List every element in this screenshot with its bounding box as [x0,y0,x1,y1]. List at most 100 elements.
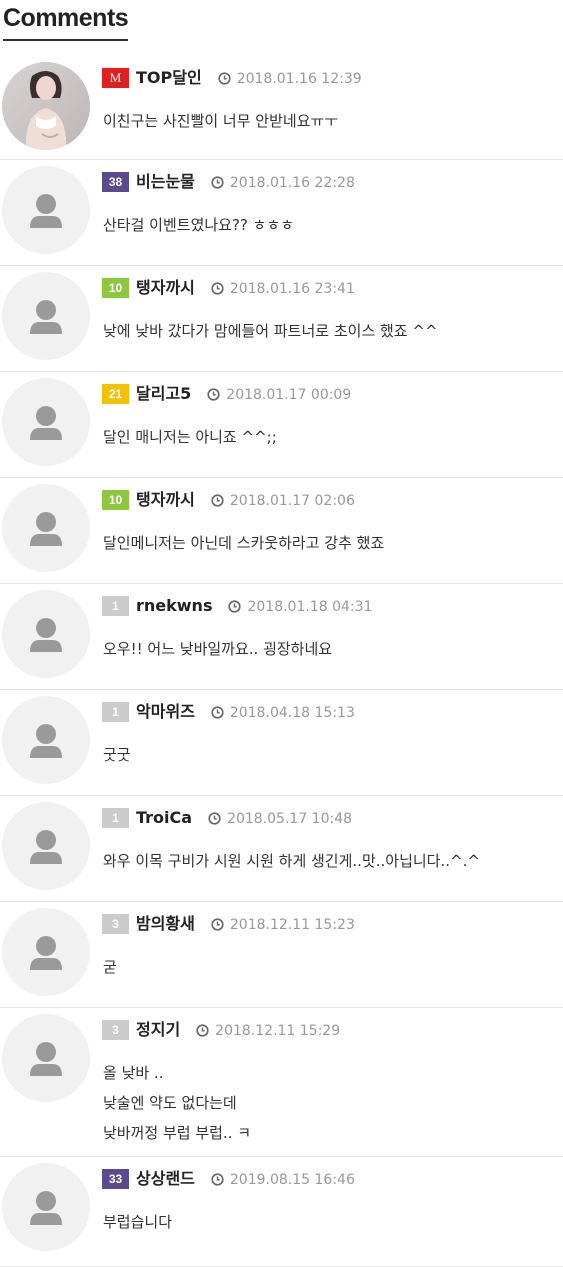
comment-line: 굳 [103,958,117,976]
nickname[interactable]: 탱자까시 [136,278,195,297]
comment-text: 부럽습니다 [103,1207,558,1237]
comment-line: 부럽습니다 [103,1213,173,1231]
comment-text: 와우 이목 구비가 시원 시원 하게 생긴게..맛..아닙니다..^.^ [103,846,558,876]
timestamp: 2018.12.11 15:29 [196,1023,340,1039]
avatar[interactable] [2,1163,90,1251]
clock-icon [228,600,242,613]
timestamp: 2018.01.16 23:41 [211,281,355,297]
comment-meta: 비는눈물 2018.01.16 22:28 [136,170,355,194]
comment-text: 달인메니저는 아닌데 스카웃하라고 강추 했죠 [103,528,558,558]
comment-meta: 탱자까시 2018.01.16 23:41 [136,276,355,300]
comment-list: M TOP달인 2018.01.16 12:39 이친구는 사진빨이 너무 안받네요ㅠ… [0,56,563,1267]
default-user-icon [30,194,62,228]
nickname[interactable]: 탱자까시 [136,490,195,509]
level-badge: 21 [102,384,129,404]
comment-item: 10 탱자까시 2018.01.16 23:41 낮에 낮바 갔다가 맘에들어 파트너… [0,266,563,372]
timestamp: 2018.01.18 04:31 [228,599,372,615]
level-badge: 1 [102,596,129,616]
comment-meta: 상상랜드 2019.08.15 16:46 [136,1167,355,1191]
comment-line: 낮술엔 약도 없다는데 [103,1094,237,1112]
comment-meta: 악마위즈 2018.04.18 15:13 [136,700,355,724]
nickname[interactable]: 밤의황새 [136,914,195,933]
nickname[interactable]: rnekwns [136,596,212,615]
avatar[interactable] [2,272,90,360]
nickname[interactable]: 비는눈물 [136,172,195,191]
avatar[interactable] [2,1014,90,1102]
avatar[interactable] [2,484,90,572]
comment-item: 1 악마위즈 2018.04.18 15:13 굿굿 [0,690,563,796]
level-badge: 3 [102,914,129,934]
comment-line: 올 낮바 .. [103,1064,164,1082]
comment-text: 산타걸 이벤트였나요?? ㅎㅎㅎ [103,210,558,240]
timestamp-text: 2019.08.15 16:46 [229,1172,355,1188]
timestamp-text: 2018.12.11 15:29 [215,1023,341,1039]
clock-icon [211,494,224,507]
level-badge: 3 [102,1020,129,1040]
timestamp-text: 2018.01.17 02:06 [229,493,355,509]
timestamp-text: 2018.01.16 12:39 [236,71,362,87]
timestamp: 2018.01.17 02:06 [211,493,355,509]
comment-item: 38 비는눈물 2018.01.16 22:28 산타걸 이벤트였나요?? ㅎㅎㅎ [0,160,563,266]
timestamp: 2018.04.18 15:13 [211,705,355,721]
nickname[interactable]: 정지기 [136,1020,180,1039]
comment-item: 21 달리고5 2018.01.17 00:09 달인 매니저는 아니죠 ^^;; [0,372,563,478]
clock-icon [208,812,221,825]
comment-item: 10 탱자까시 2018.01.17 02:06 달인메니저는 아닌데 스카웃하라고 … [0,478,563,584]
comment-line: 와우 이목 구비가 시원 시원 하게 생긴게..맛..아닙니다..^.^ [103,852,480,870]
timestamp: 2018.12.11 15:23 [211,917,355,933]
comments-header: Comments [3,0,129,41]
clock-icon [207,388,220,401]
user-photo [2,62,90,150]
avatar[interactable] [2,908,90,996]
avatar[interactable] [2,166,90,254]
comment-line: 산타걸 이벤트였나요?? ㅎㅎㅎ [103,216,295,234]
comment-item: 1 TroiCa 2018.05.17 10:48 와우 이목 구비가 시원 시원 하… [0,796,563,902]
nickname[interactable]: 상상랜드 [136,1169,195,1188]
default-user-icon [30,1191,62,1225]
default-user-icon [30,618,62,652]
comment-line: 오우!! 어느 낮바일까요.. 굉장하네요 [103,640,333,658]
avatar[interactable] [2,802,90,890]
timestamp-text: 2018.12.11 15:23 [229,917,355,933]
avatar[interactable] [2,696,90,784]
avatar[interactable] [2,62,90,150]
timestamp-text: 2018.01.16 22:28 [229,175,355,191]
avatar[interactable] [2,378,90,466]
timestamp-text: 2018.01.16 23:41 [229,281,355,297]
comment-text: 굳 [103,952,558,982]
nickname[interactable]: TroiCa [136,808,192,827]
nickname[interactable]: 악마위즈 [136,702,195,721]
comment-text: 오우!! 어느 낮바일까요.. 굉장하네요 [103,634,558,664]
comment-item: 3 밤의황새 2018.12.11 15:23 굳 [0,902,563,1008]
clock-icon [211,282,224,295]
comment-line: 달인메니저는 아닌데 스카웃하라고 강추 했죠 [103,534,385,552]
comment-line: 굿굿 [103,746,131,764]
comment-line: 낮에 낮바 갔다가 맘에들어 파트너로 초이스 했죠 ^^ [103,322,438,340]
default-user-icon [30,830,62,864]
level-badge: 10 [102,490,129,510]
comment-item: 33 상상랜드 2019.08.15 16:46 부럽습니다 [0,1157,563,1267]
level-badge: 1 [102,702,129,722]
comment-item: 3 정지기 2018.12.11 15:29 올 낮바 .. 낮술엔 약도 없다는데낮바… [0,1008,563,1157]
timestamp-text: 2018.05.17 10:48 [227,811,353,827]
nickname[interactable]: 달리고5 [136,384,191,403]
comment-meta: 정지기 2018.12.11 15:29 [136,1018,340,1042]
timestamp: 2019.08.15 16:46 [211,1172,355,1188]
timestamp-text: 2018.01.17 00:09 [226,387,352,403]
comment-text: 이친구는 사진빨이 너무 안받네요ㅠㅜ [103,106,558,136]
default-user-icon [30,724,62,758]
timestamp: 2018.05.17 10:48 [208,811,352,827]
level-badge: 1 [102,808,129,828]
comment-text: 낮에 낮바 갔다가 맘에들어 파트너로 초이스 했죠 ^^ [103,316,558,346]
comment-line: 이친구는 사진빨이 너무 안받네요ㅠㅜ [103,112,339,130]
timestamp: 2018.01.17 00:09 [207,387,351,403]
comment-meta: 탱자까시 2018.01.17 02:06 [136,488,355,512]
default-user-icon [30,1042,62,1076]
level-badge: 33 [102,1169,129,1189]
comment-line: 낮바꺼정 부럽 부럽.. ㅋ [103,1124,252,1142]
avatar[interactable] [2,590,90,678]
nickname[interactable]: TOP달인 [136,68,202,87]
level-badge: 10 [102,278,129,298]
clock-icon [196,1024,209,1037]
clock-icon [211,706,224,719]
